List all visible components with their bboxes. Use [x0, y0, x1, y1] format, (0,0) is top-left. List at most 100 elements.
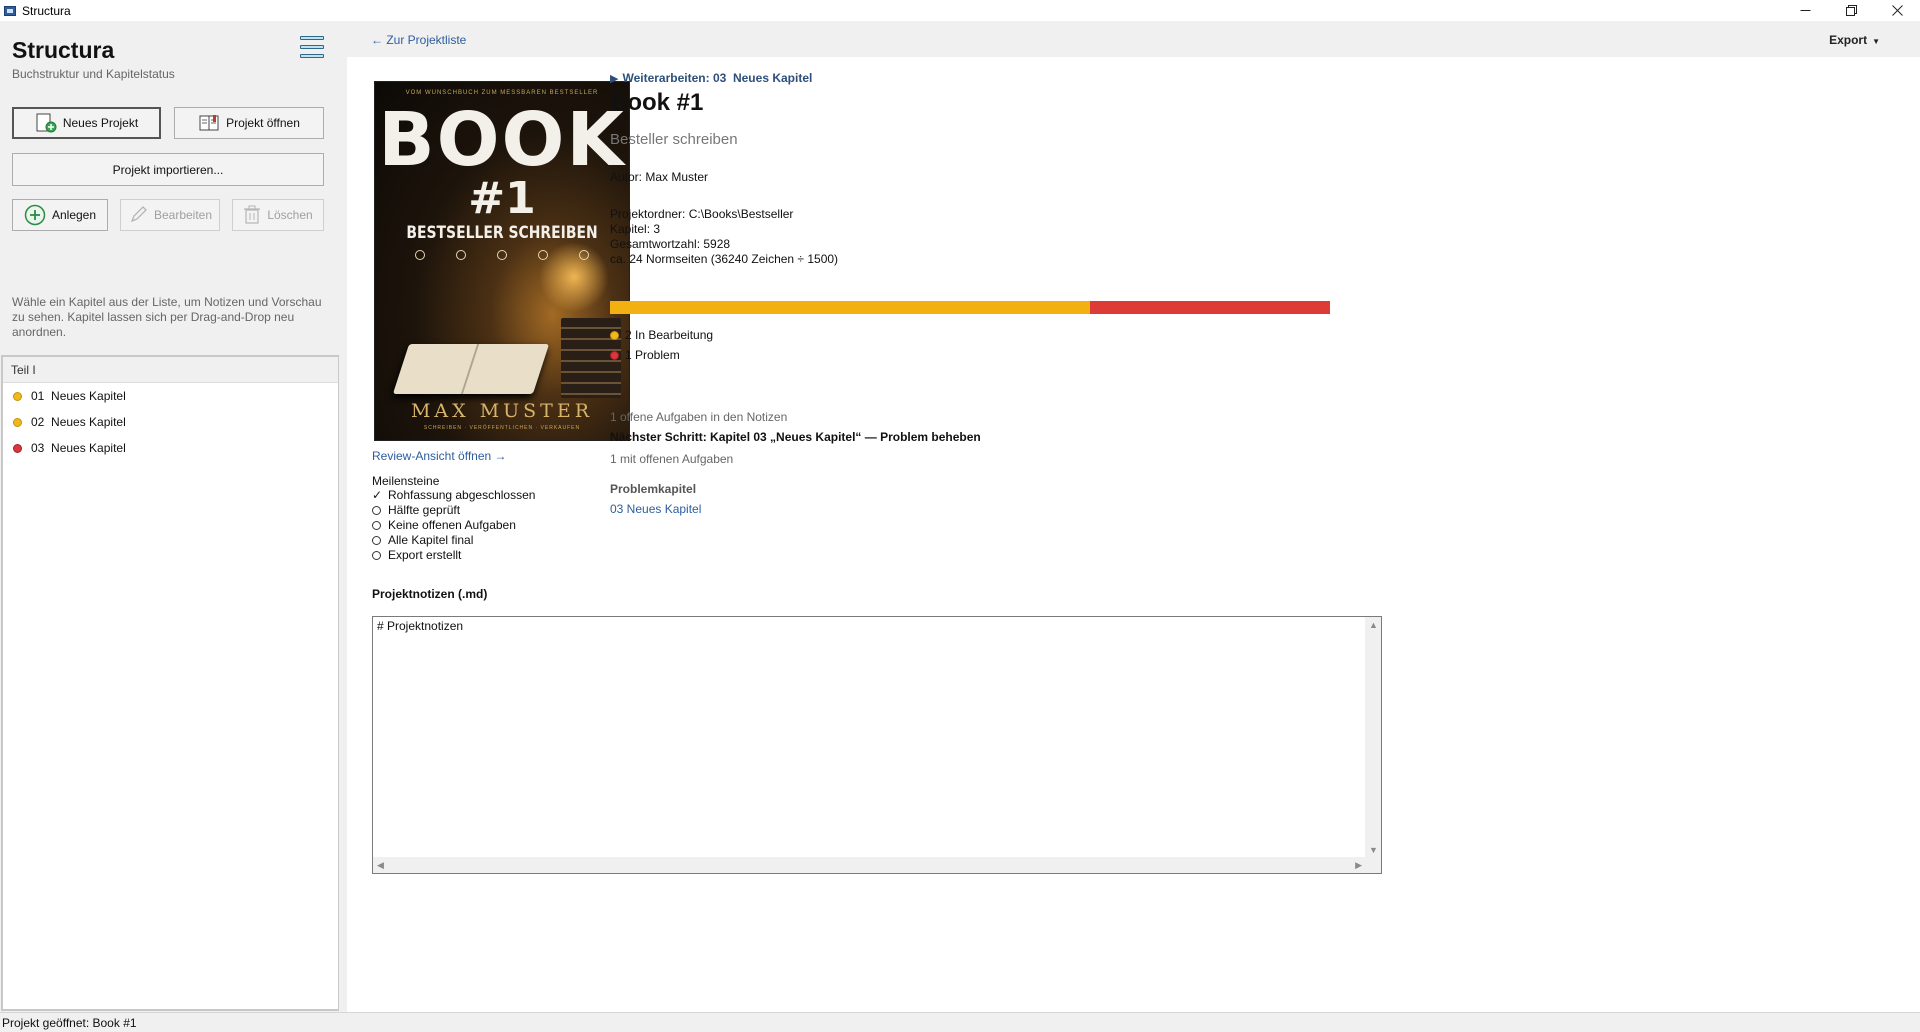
create-button[interactable]: Anlegen [12, 199, 108, 231]
milestone-item: ✓ Rohfassung abgeschlossen [372, 488, 535, 503]
milestone-label: Hälfte geprüft [388, 503, 461, 517]
title-bar: Structura [0, 0, 1920, 21]
close-icon[interactable] [1874, 0, 1920, 21]
checkmark-icon: ✓ [372, 488, 383, 502]
page-estimate: ca. 24 Normseiten (36240 Zeichen ÷ 1500) [610, 252, 839, 266]
open-project-button[interactable]: Projekt öffnen [174, 107, 324, 139]
legend-label: 2 In Bearbeitung [625, 328, 714, 342]
tree-part-header[interactable]: Teil I [3, 357, 338, 383]
import-project-button[interactable]: Projekt importieren... [12, 153, 324, 186]
author-line: Autor: Max Muster [610, 170, 709, 184]
project-overview: VOM WUNSCHBUCH ZUM MESSBAREN BESTSELLER … [347, 57, 1920, 1012]
project-info: Projektordner: C:\Books\Bestseller Kapit… [610, 207, 838, 267]
next-step: Nächster Schritt: Kapitel 03 „Neues Kapi… [610, 430, 981, 444]
scroll-right-icon[interactable]: ▶ [1355, 860, 1362, 871]
book-title: Book #1 [610, 89, 704, 116]
vertical-scrollbar[interactable]: ▲ ▼ [1365, 617, 1381, 858]
status-text: Projekt geöffnet: Book #1 [2, 1016, 137, 1030]
status-legend: 2 In Bearbeitung 1 Problem [610, 325, 713, 365]
restore-icon[interactable] [1828, 0, 1874, 21]
delete-button[interactable]: Löschen [232, 199, 324, 231]
word-count: Gesamtwortzahl: 5928 [610, 237, 731, 251]
new-project-label: Neues Projekt [62, 116, 139, 130]
progress-segment-in-progress [610, 301, 1091, 314]
new-document-icon [35, 113, 57, 133]
chapter-title: Neues Kapitel [51, 415, 126, 429]
progress-segment-problem [1090, 301, 1330, 314]
milestones-list: ✓ Rohfassung abgeschlossen Hälfte geprüft… [372, 488, 535, 563]
continue-working-link[interactable]: ▶ Weiterarbeiten: 03 Neues Kapitel [610, 71, 812, 85]
book-cover-image: VOM WUNSCHBUCH ZUM MESSBAREN BESTSELLER … [374, 81, 630, 441]
new-project-button[interactable]: Neues Projekt [12, 107, 161, 139]
menu-icon[interactable] [300, 36, 324, 58]
book-subtitle: Besteller schreiben [610, 131, 738, 148]
empty-circle-icon [372, 551, 384, 560]
milestone-item: Keine offenen Aufgaben [372, 518, 535, 533]
status-dot-icon [13, 417, 22, 427]
cover-number: #1 [468, 173, 536, 224]
open-book-icon [198, 114, 220, 132]
cover-open-book [392, 344, 550, 394]
create-label: Anlegen [51, 208, 97, 222]
milestone-label: Export erstellt [388, 548, 462, 562]
export-label: Export [1829, 33, 1868, 47]
trash-icon [243, 205, 261, 225]
problem-chapters-title: Problemkapitel [610, 482, 697, 496]
export-menu-button[interactable]: Export ▼ [1829, 33, 1880, 47]
empty-circle-icon [372, 521, 384, 530]
part-label: Teil I [11, 362, 36, 377]
milestones-title: Meilensteine [372, 474, 440, 488]
pencil-icon [128, 205, 148, 225]
chapter-tree[interactable]: Teil I 01 Neues Kapitel 02 Neues Kapitel… [1, 355, 339, 1011]
open-project-label: Projekt öffnen [226, 116, 300, 130]
cover-tagline: SCHREIBEN · VERÖFFENTLICHEN · VERKAUFEN [423, 425, 581, 431]
cover-top-line: VOM WUNSCHBUCH ZUM MESSBAREN BESTSELLER [405, 90, 599, 96]
problem-chapter-link[interactable]: 03 Neues Kapitel [610, 502, 701, 516]
import-project-label: Projekt importieren... [112, 162, 224, 177]
chevron-down-icon: ▼ [1872, 37, 1880, 46]
scroll-down-icon[interactable]: ▼ [1369, 845, 1378, 855]
sidebar-hint: Wähle ein Kapitel aus der Liste, um Noti… [12, 295, 322, 339]
milestone-item: Alle Kapitel final [372, 533, 535, 548]
edit-button[interactable]: Bearbeiten [120, 199, 220, 231]
app-subtitle: Buchstruktur und Kapitelstatus [12, 67, 175, 81]
back-to-project-list-link[interactable]: ← Zur Projektliste [371, 33, 466, 47]
horizontal-scrollbar[interactable]: ◀ ▶ [373, 857, 1366, 873]
edit-label: Bearbeiten [153, 208, 213, 222]
empty-circle-icon [372, 536, 384, 545]
legend-item-problem: 1 Problem [610, 345, 713, 365]
status-dot-icon [610, 350, 619, 360]
project-folder: Projektordner: C:\Books\Bestseller [610, 207, 794, 221]
minimize-icon[interactable] [1782, 0, 1828, 21]
chapter-number: 01 [31, 389, 45, 403]
continue-label: Weiterarbeiten: 03 [622, 71, 727, 85]
chapter-title: Neues Kapitel [51, 441, 126, 455]
chapter-count: Kapitel: 3 [610, 222, 661, 236]
cover-subtitle: BESTSELLER SCHREIBEN [406, 223, 598, 243]
scroll-left-icon[interactable]: ◀ [377, 860, 384, 871]
legend-item-in-progress: 2 In Bearbeitung [610, 325, 713, 345]
window-title: Structura [22, 3, 71, 18]
window-controls [1782, 0, 1920, 21]
scroll-up-icon[interactable]: ▲ [1369, 620, 1378, 630]
status-dot-icon [13, 391, 22, 401]
milestone-label: Keine offenen Aufgaben [388, 518, 516, 532]
tasks-count: 1 mit offenen Aufgaben [610, 452, 734, 466]
tree-item-chapter-03[interactable]: 03 Neues Kapitel [3, 435, 338, 461]
status-progress-bar [610, 301, 1330, 314]
cover-icons [415, 250, 589, 260]
legend-label: 1 Problem [625, 348, 680, 362]
tree-item-chapter-02[interactable]: 02 Neues Kapitel [3, 409, 338, 435]
milestone-item: Export erstellt [372, 548, 535, 563]
notes-title: Projektnotizen (.md) [372, 587, 488, 601]
status-dot-icon [610, 330, 619, 340]
app-icon [4, 5, 16, 16]
tree-item-chapter-01[interactable]: 01 Neues Kapitel [3, 383, 338, 409]
review-view-link[interactable]: Review-Ansicht öffnen → [372, 449, 507, 463]
status-bar: Projekt geöffnet: Book #1 [0, 1012, 1920, 1032]
continue-chapter: Neues Kapitel [732, 71, 813, 85]
notes-textarea[interactable]: # Projektnotizen [373, 617, 1366, 858]
milestone-item: Hälfte geprüft [372, 503, 535, 518]
empty-circle-icon [372, 506, 384, 515]
status-dot-icon [13, 443, 22, 453]
